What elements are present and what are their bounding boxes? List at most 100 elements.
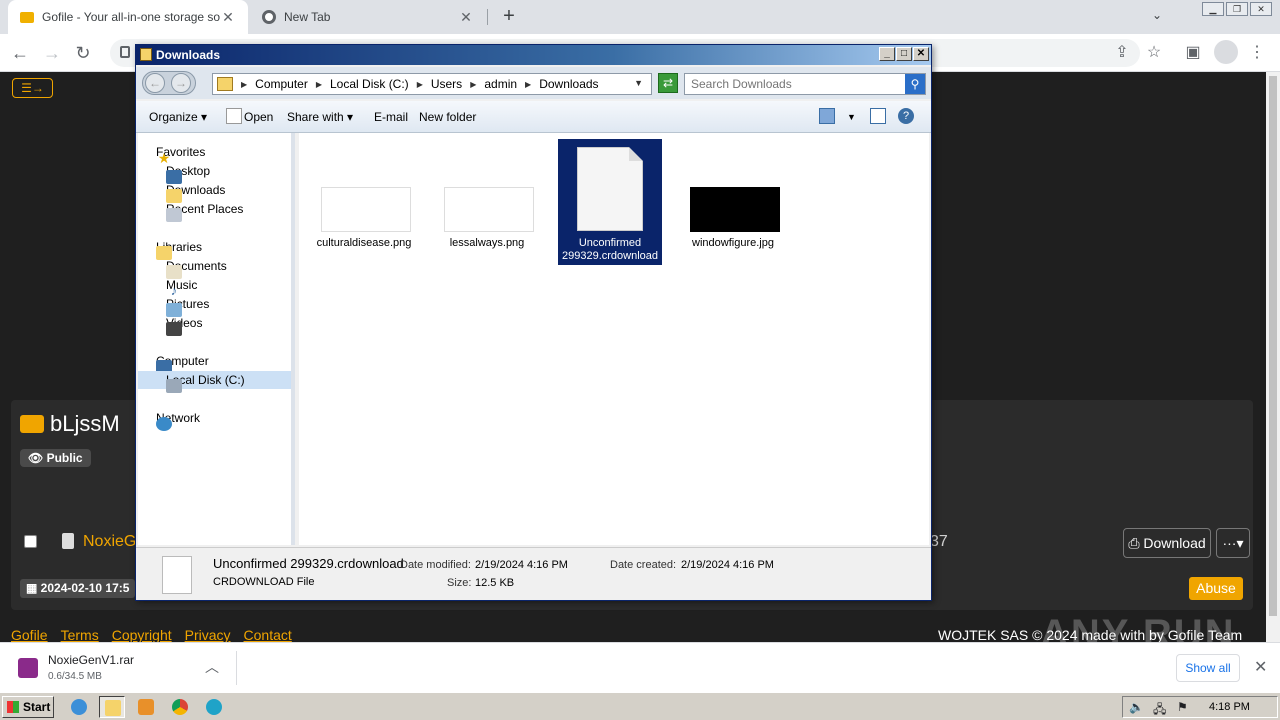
file-item[interactable]: culturaldisease.png <box>312 139 416 265</box>
footer-link-contact[interactable]: Contact <box>244 627 292 643</box>
show-all-button[interactable]: Show all <box>1176 654 1240 682</box>
nav-network[interactable]: Network <box>156 409 200 431</box>
nav-documents[interactable]: Documents <box>166 257 227 279</box>
recent-places-icon <box>166 208 182 222</box>
nav-videos[interactable]: Videos <box>166 314 202 336</box>
footer-link-terms[interactable]: Terms <box>61 627 99 643</box>
file-name-link[interactable]: NoxieG <box>83 533 136 551</box>
chevron-right-icon[interactable]: ▶ <box>316 80 322 89</box>
profile-avatar[interactable] <box>1214 40 1238 64</box>
folder-icon <box>140 48 152 61</box>
new-tab-button[interactable]: + <box>498 6 520 28</box>
start-button[interactable]: Start <box>2 696 54 718</box>
forward-arrow-icon[interactable]: → <box>43 42 61 63</box>
nav-music[interactable]: ♪ Music <box>166 276 197 298</box>
network-icon[interactable]: 🖧 <box>1153 700 1166 720</box>
search-icon[interactable]: ⚲ <box>905 74 925 94</box>
chevron-right-icon[interactable]: ▶ <box>470 80 476 89</box>
navigation-pane: ★ Favorites Desktop Downloads Recent Plac… <box>138 133 295 545</box>
file-checkbox[interactable] <box>24 535 37 548</box>
open-button[interactable]: Open <box>244 110 273 124</box>
file-item-selected[interactable]: Unconfirmed 299329.crdownload <box>558 139 662 265</box>
chevron-down-icon[interactable]: ▼ <box>847 112 856 122</box>
preview-pane-icon[interactable] <box>870 108 886 124</box>
back-arrow-icon[interactable]: ← <box>11 42 29 63</box>
breadcrumb-computer[interactable]: Computer <box>255 77 308 91</box>
nav-computer[interactable]: Computer <box>156 352 209 374</box>
search-input[interactable] <box>685 74 901 94</box>
nav-pictures[interactable]: Pictures <box>166 295 209 317</box>
chevron-up-icon[interactable]: ︿ <box>205 657 219 677</box>
email-button[interactable]: E-mail <box>374 110 408 124</box>
refresh-icon[interactable]: ⇄ <box>658 73 678 93</box>
restore-button[interactable]: ❐ <box>1226 2 1248 16</box>
star-icon[interactable]: ☆ <box>1143 42 1165 64</box>
breadcrumb[interactable]: ▶ Computer ▶ Local Disk (C:) ▶ Users ▶ a… <box>212 73 652 95</box>
tab-search-button[interactable]: ⌄ <box>1152 8 1162 22</box>
chevron-right-icon[interactable]: ▶ <box>241 80 247 89</box>
download-file-name[interactable]: NoxieGenV1.rar <box>48 653 134 667</box>
breadcrumb-local-disk[interactable]: Local Disk (C:) <box>330 77 409 91</box>
share-icon[interactable]: ⇪ <box>1111 42 1133 64</box>
file-item[interactable]: lessalways.png <box>435 139 539 265</box>
chevron-right-icon[interactable]: ▶ <box>525 80 531 89</box>
page-scrollbar[interactable] <box>1266 72 1280 642</box>
open-icon <box>226 108 242 124</box>
nav-favorites[interactable]: ★ Favorites <box>156 143 205 165</box>
back-arrow-icon[interactable]: ← <box>145 73 165 93</box>
folder-icon <box>20 415 44 433</box>
download-button[interactable]: ⎙ Download <box>1123 528 1211 558</box>
nav-local-disk[interactable]: Local Disk (C:) <box>138 371 291 393</box>
close-window-button[interactable]: ✕ <box>1250 2 1272 16</box>
share-with-button[interactable]: Share with ▾ <box>287 110 353 124</box>
details-file-type: CRDOWNLOAD File <box>213 576 315 588</box>
flag-icon[interactable]: ⚑ <box>1177 700 1188 714</box>
footer-link-gofile[interactable]: Gofile <box>11 627 48 643</box>
breadcrumb-users[interactable]: Users <box>431 77 462 91</box>
footer-link-copyright[interactable]: Copyright <box>112 627 172 643</box>
breadcrumb-admin[interactable]: admin <box>484 77 517 91</box>
nav-downloads[interactable]: Downloads <box>166 181 225 203</box>
tab-new-tab[interactable]: New Tab ✕ <box>250 0 486 34</box>
minimize-button[interactable]: ▁ <box>1202 2 1224 16</box>
tab-title: New Tab <box>284 10 331 24</box>
folder-name: bLjssM <box>50 411 120 436</box>
scrollbar-thumb[interactable] <box>1269 76 1277 616</box>
taskbar-ie[interactable] <box>66 696 92 718</box>
taskbar-edge[interactable] <box>201 696 227 718</box>
volume-icon[interactable]: 🔈 <box>1129 700 1144 714</box>
nav-recent-places[interactable]: Recent Places <box>166 200 243 222</box>
nav-libraries[interactable]: Libraries <box>156 238 202 260</box>
breadcrumb-downloads[interactable]: Downloads <box>539 77 598 91</box>
footer-link-privacy[interactable]: Privacy <box>185 627 231 643</box>
file-item-label: windowfigure.jpg <box>692 237 774 249</box>
chevron-right-icon[interactable]: ▶ <box>417 80 423 89</box>
maximize-button[interactable]: □ <box>896 47 912 61</box>
tab-gofile[interactable]: Gofile - Your all-in-one storage soluti … <box>8 0 248 34</box>
sidebar-toggle-button[interactable]: ☰→ <box>12 78 53 98</box>
chevron-down-icon[interactable]: ▼ <box>634 78 643 88</box>
close-icon[interactable]: ✕ <box>458 9 474 26</box>
taskbar-chrome[interactable] <box>167 696 193 718</box>
change-view-icon[interactable] <box>819 108 835 124</box>
close-icon[interactable]: ✕ <box>1254 657 1267 677</box>
forward-arrow-icon[interactable]: → <box>171 73 191 93</box>
abuse-button[interactable]: Abuse <box>1189 577 1243 600</box>
kebab-menu-icon[interactable]: ⋮ <box>1246 42 1268 64</box>
minimize-button[interactable]: _ <box>879 47 895 61</box>
reload-icon[interactable]: ↻ <box>75 42 91 63</box>
close-icon[interactable]: ✕ <box>220 9 236 26</box>
more-options-button[interactable]: ···▾ <box>1216 528 1250 558</box>
close-window-button[interactable]: ✕ <box>913 47 929 61</box>
file-item[interactable]: windowfigure.jpg <box>681 139 785 265</box>
nav-desktop[interactable]: Desktop <box>166 162 210 184</box>
taskbar-explorer[interactable] <box>99 696 125 718</box>
taskbar-media-player[interactable] <box>133 696 159 718</box>
new-folder-button[interactable]: New folder <box>419 110 476 124</box>
network-icon <box>156 417 172 431</box>
help-icon[interactable]: ? <box>898 108 914 124</box>
organize-button[interactable]: Organize ▾ <box>149 110 207 124</box>
explorer-title-bar[interactable]: Downloads _ □ ✕ <box>136 45 931 65</box>
side-panel-icon[interactable]: ▣ <box>1182 42 1204 64</box>
footer-links: Gofile Terms Copyright Privacy Contact <box>11 627 292 643</box>
